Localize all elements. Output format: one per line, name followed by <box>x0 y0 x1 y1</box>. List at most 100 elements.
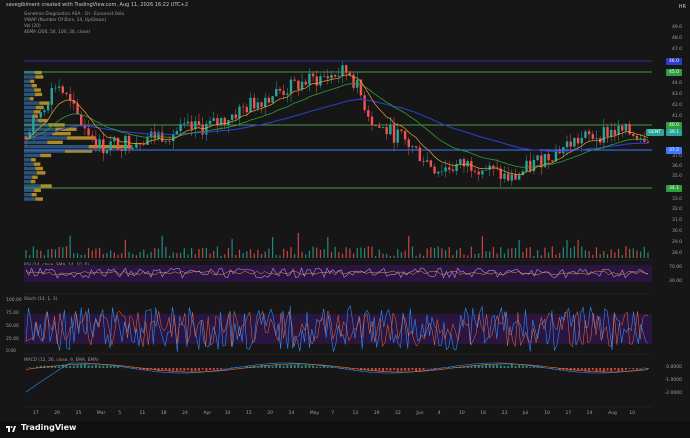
volume-bar <box>595 247 598 258</box>
volume-bar <box>338 252 340 258</box>
volume-bar <box>584 250 587 258</box>
candle-body <box>477 171 480 175</box>
volume-bar <box>456 250 458 258</box>
candle-body <box>164 141 168 142</box>
candle-body <box>190 121 193 130</box>
level-badge-34: 34.1 <box>665 185 682 192</box>
candle-body <box>256 102 260 109</box>
macd-histogram-bar <box>319 366 322 368</box>
volume-bar <box>194 254 196 258</box>
volume-bar <box>397 249 399 258</box>
volume-profile-bar <box>24 184 41 188</box>
candle-body <box>120 149 123 151</box>
volume-bar <box>444 250 447 258</box>
candle-body <box>587 131 591 135</box>
candle-body <box>319 76 322 86</box>
volume-profile-bar <box>24 171 37 175</box>
macd-histogram-bar <box>256 366 259 368</box>
macd-histogram-bar <box>282 365 285 368</box>
macd-histogram-bar <box>580 368 583 371</box>
candle-body <box>105 149 109 154</box>
volume-bar <box>191 248 193 258</box>
macd-histogram-bar <box>407 368 410 371</box>
macd-histogram-bar <box>591 368 594 371</box>
ticker-badge: GENT <box>645 129 664 136</box>
macd-histogram-bar <box>363 368 366 370</box>
volume-bar <box>308 250 310 258</box>
candle-body <box>142 144 145 146</box>
volume-bar <box>481 236 483 258</box>
volume-bar <box>95 248 97 258</box>
volume-bar <box>25 250 27 258</box>
macd-histogram-bar <box>286 365 289 368</box>
candle-body <box>337 75 341 77</box>
rsi-label-70: 70.00 <box>669 265 682 270</box>
candle-body <box>267 97 271 103</box>
volume-profile-bar <box>34 70 42 75</box>
date-label: Jul <box>522 411 529 416</box>
candle-body <box>378 126 381 128</box>
price-chart[interactable] <box>0 0 690 438</box>
volume-bar <box>617 248 620 258</box>
macd-histogram-bar <box>301 365 304 368</box>
volume-bar <box>87 247 90 258</box>
volume-profile-bar <box>35 166 44 171</box>
date-label: 24 <box>182 411 188 416</box>
volume-bar <box>536 250 539 258</box>
volume-bar <box>294 254 296 258</box>
date-label: 20 <box>267 411 274 416</box>
volume-bar <box>227 248 230 258</box>
macd-histogram-bar <box>179 368 182 371</box>
candle-body <box>50 87 53 105</box>
date-label: 18 <box>160 411 167 416</box>
candle-body <box>624 124 628 131</box>
volume-bar <box>121 253 123 258</box>
macd-histogram-bar <box>315 366 318 368</box>
candle-body <box>91 135 94 139</box>
candle-body <box>602 127 606 143</box>
macd-histogram-bar <box>569 368 572 371</box>
volume-bar <box>220 255 222 258</box>
volume-bar <box>625 246 627 258</box>
volume-bar <box>283 248 285 258</box>
volume-bar <box>179 253 182 258</box>
price-label: 37.0 <box>671 154 682 159</box>
volume-bar <box>606 254 609 258</box>
macd-histogram-bar <box>205 368 208 371</box>
candle-body <box>562 147 565 154</box>
candle-body <box>208 120 212 124</box>
volume-profile-bar <box>24 118 39 123</box>
volume-profile-bar <box>31 158 36 162</box>
candle-body <box>131 147 134 149</box>
macd-histogram-bar <box>496 364 499 368</box>
volume-bar <box>496 253 498 258</box>
candle-body <box>621 125 624 131</box>
volume-bar <box>242 253 244 258</box>
volume-bar <box>260 253 263 258</box>
macd-histogram-bar <box>175 368 178 371</box>
candle-body <box>275 88 278 97</box>
volume-bar <box>257 249 259 258</box>
date-label: 22 <box>395 411 401 416</box>
volume-profile-bar <box>33 110 41 114</box>
volume-bar <box>231 239 233 258</box>
volume-profile-bar <box>24 79 31 84</box>
macd-histogram <box>25 362 649 393</box>
volume-bar <box>316 247 318 258</box>
volume-bar <box>183 248 185 258</box>
macd-histogram-bar <box>470 366 473 368</box>
volume-bar <box>614 252 616 258</box>
volume-bar <box>474 253 476 258</box>
volume-bar <box>492 246 495 258</box>
volume-bar <box>588 251 590 258</box>
price-label: 48.0 <box>671 36 682 41</box>
candle-body <box>448 167 451 170</box>
macd-histogram-bar <box>602 368 605 372</box>
volume-profile-bar <box>24 105 36 110</box>
macd-histogram-bar <box>492 364 495 368</box>
candle-body <box>168 141 171 142</box>
volume-bar <box>489 251 491 258</box>
candle-body <box>488 165 491 170</box>
volume-profile-bar <box>29 97 34 101</box>
price-badge-39: 39.1 <box>665 129 682 136</box>
